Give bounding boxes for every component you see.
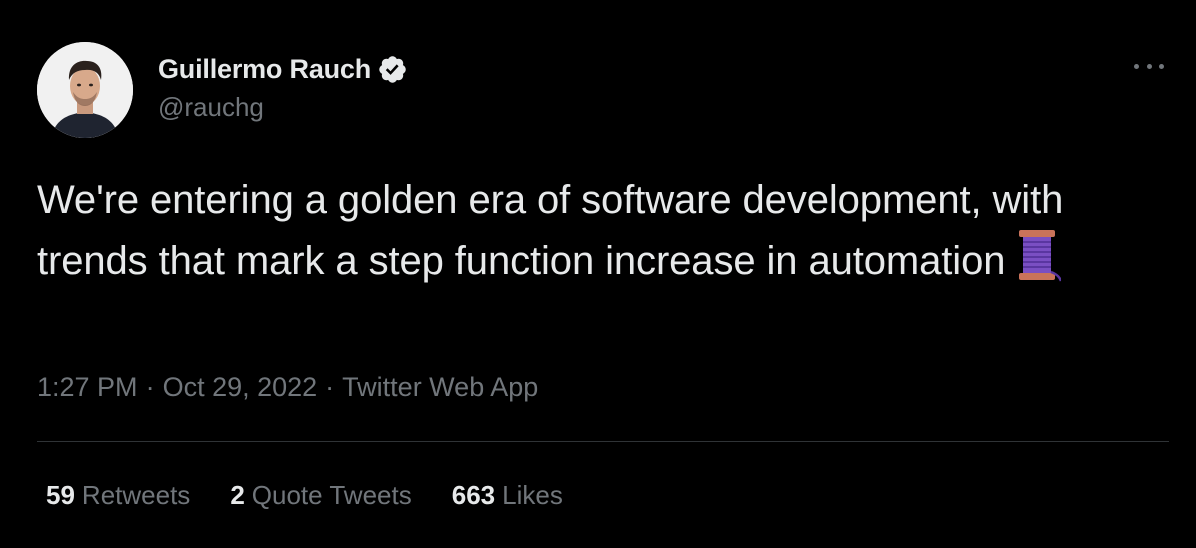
author-handle[interactable]: @rauchg: [158, 92, 408, 123]
tweet-text: We're entering a golden era of software …: [37, 172, 1167, 289]
tweet-meta: 1:27 PM · Oct 29, 2022 · Twitter Web App: [37, 372, 538, 403]
tweet-source[interactable]: Twitter Web App: [342, 372, 538, 403]
retweets-count: 59: [46, 480, 75, 510]
dot: [1159, 63, 1164, 69]
likes-label: Likes: [502, 480, 563, 510]
tweet-body: We're entering a golden era of software …: [37, 178, 1064, 283]
author-info: Guillermo Rauch @rauchg: [158, 52, 408, 123]
retweets-label: Retweets: [81, 480, 191, 510]
dot: [1146, 63, 1152, 69]
more-options-icon[interactable]: [1134, 56, 1164, 76]
quote-tweets-stat[interactable]: 2 Quote Tweets: [230, 480, 411, 511]
engagement-stats: 59 Retweets 2 Quote Tweets 663 Likes: [46, 480, 603, 511]
likes-count: 663: [451, 480, 496, 510]
quote-tweets-count: 2: [230, 480, 245, 510]
profile-photo-icon: [37, 42, 133, 138]
meta-separator: ·: [145, 372, 155, 402]
verified-badge-icon: [379, 55, 406, 83]
author-display-name[interactable]: Guillermo Rauch: [158, 54, 371, 85]
tweet-date[interactable]: Oct 29, 2022: [163, 372, 318, 403]
meta-separator: ·: [325, 372, 335, 402]
avatar[interactable]: [37, 42, 133, 138]
retweets-stat[interactable]: 59 Retweets: [46, 480, 190, 511]
spool-of-thread-emoji-icon: [1019, 230, 1062, 282]
tweet-time[interactable]: 1:27 PM: [37, 372, 138, 403]
tweet-card: Guillermo Rauch @rauchg We're entering a…: [0, 0, 1196, 548]
quote-tweets-label: Quote Tweets: [251, 480, 412, 510]
likes-stat[interactable]: 663 Likes: [452, 480, 563, 511]
divider: [37, 441, 1169, 442]
dot: [1134, 63, 1139, 69]
